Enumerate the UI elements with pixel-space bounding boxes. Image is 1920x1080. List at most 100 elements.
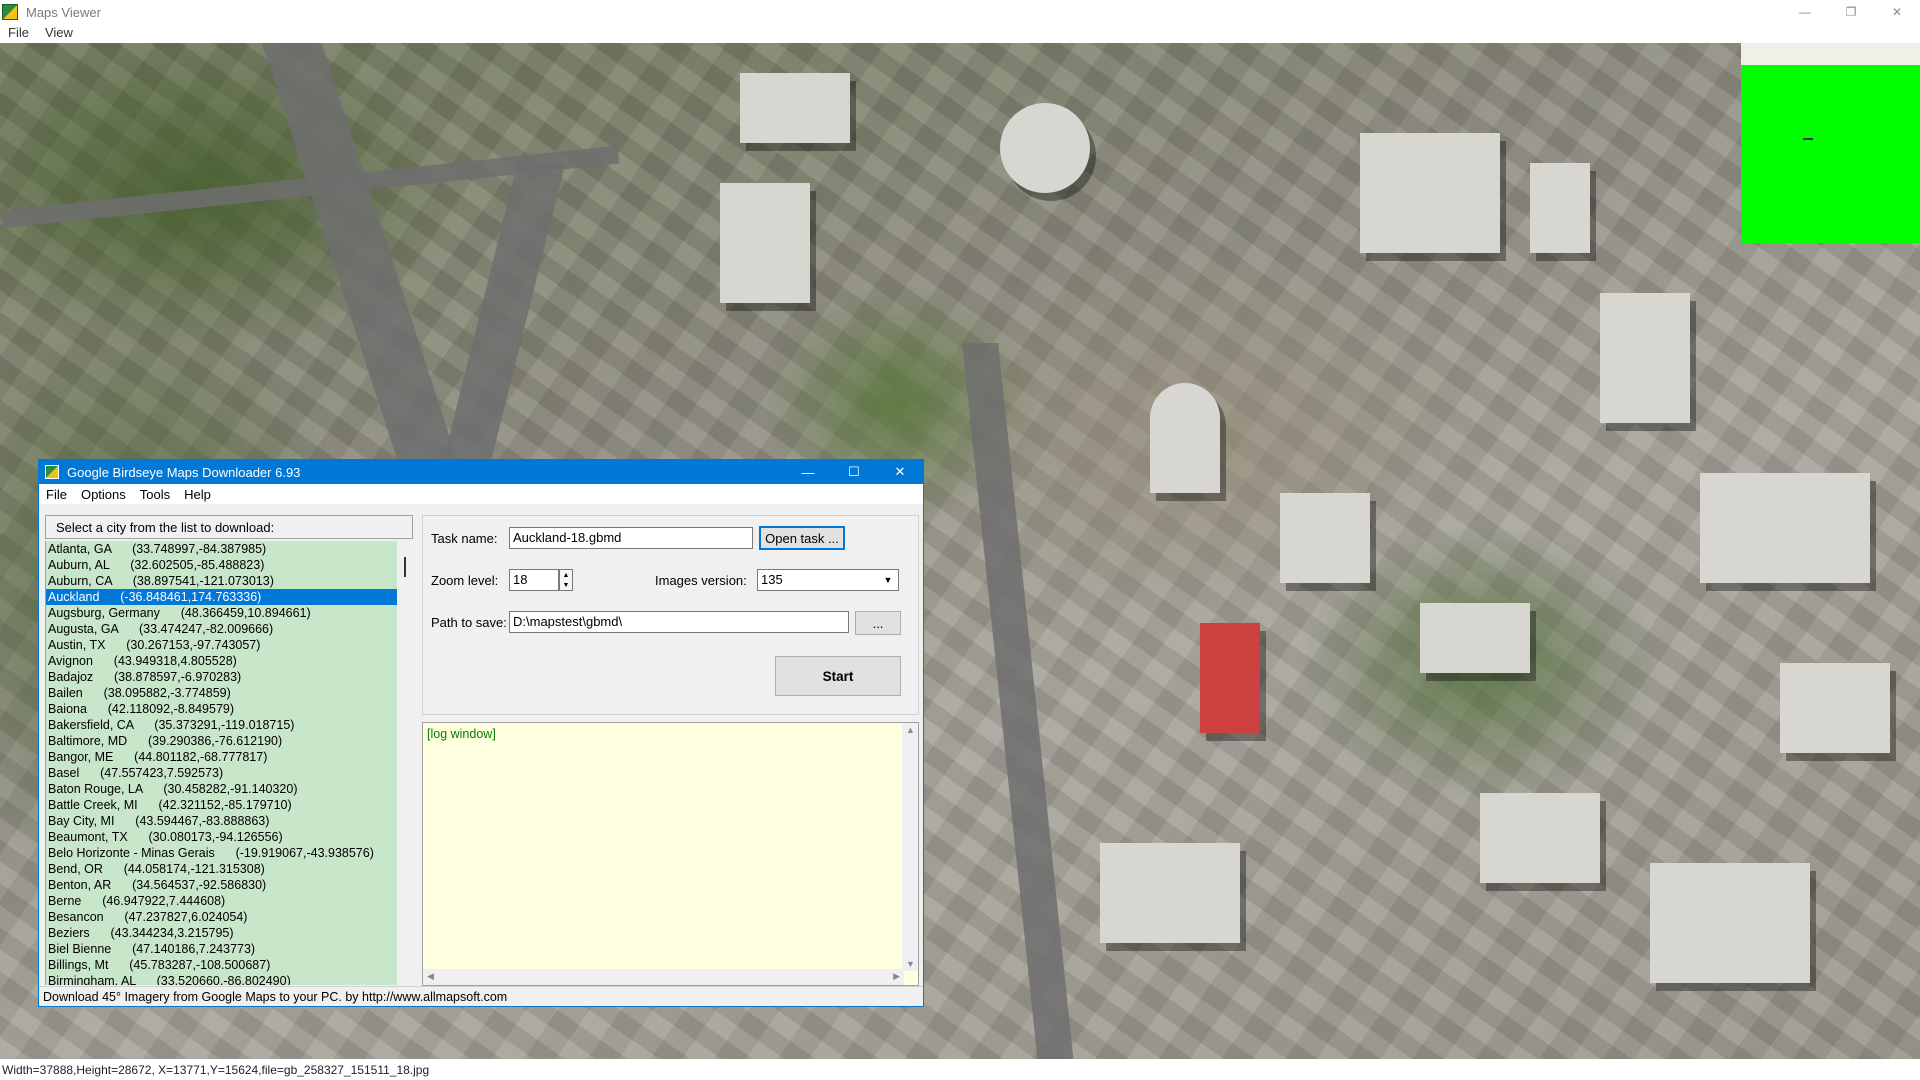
map-building bbox=[1530, 163, 1590, 253]
minimize-button[interactable]: — bbox=[1782, 0, 1828, 24]
log-window[interactable]: [log window] ▲ ▼ ◀ ▶ bbox=[422, 722, 919, 986]
viewer-title: Maps Viewer bbox=[26, 4, 101, 20]
city-list-item[interactable]: Auburn, CA (38.897541,-121.073013) bbox=[46, 573, 397, 589]
map-building bbox=[740, 73, 850, 143]
scroll-left-icon[interactable]: ◀ bbox=[427, 971, 434, 982]
open-task-button[interactable]: Open task ... bbox=[759, 526, 845, 550]
map-building bbox=[720, 183, 810, 303]
city-list-item[interactable]: Basel (47.557423,7.592573) bbox=[46, 765, 397, 781]
tile-preview bbox=[1741, 43, 1920, 243]
task-name-label: Task name: bbox=[431, 531, 498, 546]
map-road bbox=[261, 43, 459, 463]
city-list-header: Select a city from the list to download: bbox=[45, 515, 413, 539]
city-list-item[interactable]: Badajoz (38.878597,-6.970283) bbox=[46, 669, 397, 685]
browse-button[interactable]: ... bbox=[855, 611, 901, 635]
viewer-window-controls: — ❐ ✕ bbox=[1782, 0, 1920, 24]
map-building bbox=[1280, 493, 1370, 583]
dialog-title: Google Birdseye Maps Downloader 6.93 bbox=[67, 464, 301, 480]
dialog-minimize-button[interactable]: — bbox=[785, 460, 831, 484]
chevron-down-icon[interactable]: ▼ bbox=[880, 572, 896, 588]
map-building bbox=[1000, 103, 1090, 193]
path-input[interactable]: D:\mapstest\gbmd\ bbox=[509, 611, 849, 633]
path-label: Path to save: bbox=[431, 615, 507, 630]
dialog-titlebar[interactable]: Google Birdseye Maps Downloader 6.93 — ☐… bbox=[39, 460, 923, 484]
dialog-menubar: File Options Tools Help bbox=[39, 484, 923, 504]
images-version-select[interactable]: 135 ▼ bbox=[757, 569, 899, 591]
map-building bbox=[1100, 843, 1240, 943]
images-version-label: Images version: bbox=[655, 573, 747, 588]
dialog-close-button[interactable]: ✕ bbox=[877, 460, 923, 484]
city-list-item[interactable]: Auburn, AL (32.602505,-85.488823) bbox=[46, 557, 397, 573]
task-name-input[interactable]: Auckland-18.gbmd bbox=[509, 527, 753, 549]
map-building bbox=[1600, 293, 1690, 423]
city-list-item[interactable]: Birmingham, AL (33.520660,-86.802490) bbox=[46, 973, 397, 985]
zoom-level-stepper[interactable]: ▲ ▼ bbox=[559, 569, 573, 591]
dialog-window-controls: — ☐ ✕ bbox=[785, 460, 923, 484]
city-list-item[interactable]: Avignon (43.949318,4.805528) bbox=[46, 653, 397, 669]
city-list-item[interactable]: Austin, TX (30.267153,-97.743057) bbox=[46, 637, 397, 653]
city-list-item[interactable]: Bailen (38.095882,-3.774859) bbox=[46, 685, 397, 701]
city-list-item[interactable]: Bangor, ME (44.801182,-68.777817) bbox=[46, 749, 397, 765]
scroll-up-icon[interactable]: ▲ bbox=[906, 725, 915, 735]
dialog-menu-options[interactable]: Options bbox=[74, 487, 133, 502]
viewer-statusbar: Width=37888,Height=28672, X=13771,Y=1562… bbox=[0, 1059, 1920, 1080]
map-building bbox=[1700, 473, 1870, 583]
dialog-menu-tools[interactable]: Tools bbox=[133, 487, 177, 502]
viewer-menubar: File View bbox=[0, 22, 1920, 43]
city-list-item[interactable]: Belo Horizonte - Minas Gerais (-19.91906… bbox=[46, 845, 397, 861]
log-horizontal-scrollbar[interactable]: ◀ ▶ bbox=[423, 969, 904, 985]
spin-up-icon[interactable]: ▲ bbox=[563, 572, 570, 579]
map-road bbox=[962, 343, 1074, 1059]
city-list-item[interactable]: Billings, Mt (45.783287,-108.500687) bbox=[46, 957, 397, 973]
scroll-down-icon[interactable]: ▼ bbox=[906, 959, 915, 969]
city-list[interactable]: Atlanta, GA (33.748997,-84.387985) Auburn… bbox=[45, 541, 397, 985]
restore-button[interactable]: ❐ bbox=[1828, 0, 1874, 24]
dialog-app-icon bbox=[45, 465, 59, 479]
close-button[interactable]: ✕ bbox=[1874, 0, 1920, 24]
city-list-item[interactable]: Augusta, GA (33.474247,-82.009666) bbox=[46, 621, 397, 637]
city-list-item[interactable]: Baiona (42.118092,-8.849579) bbox=[46, 701, 397, 717]
city-list-item[interactable]: Berne (46.947922,7.444608) bbox=[46, 893, 397, 909]
city-list-item[interactable]: Baltimore, MD (39.290386,-76.612190) bbox=[46, 733, 397, 749]
city-list-item[interactable]: Beaumont, TX (30.080173,-94.126556) bbox=[46, 829, 397, 845]
city-list-item[interactable]: Bakersfield, CA (35.373291,-119.018715) bbox=[46, 717, 397, 733]
city-panel: Select a city from the list to download:… bbox=[45, 515, 413, 985]
map-road bbox=[442, 163, 566, 463]
viewer-menu-view[interactable]: View bbox=[37, 25, 81, 40]
city-list-scroll-thumb[interactable] bbox=[404, 557, 406, 577]
map-building bbox=[1150, 383, 1220, 493]
zoom-level-input[interactable]: 18 bbox=[509, 569, 559, 591]
city-list-item[interactable]: Benton, AR (34.564537,-92.586830) bbox=[46, 877, 397, 893]
city-list-item[interactable]: Bay City, MI (43.594467,-83.888863) bbox=[46, 813, 397, 829]
spin-down-icon[interactable]: ▼ bbox=[563, 582, 570, 589]
dialog-maximize-button[interactable]: ☐ bbox=[831, 460, 877, 484]
start-button[interactable]: Start bbox=[775, 656, 901, 696]
city-list-item[interactable]: Beziers (43.344234,3.215795) bbox=[46, 925, 397, 941]
map-building bbox=[1360, 133, 1500, 253]
city-list-scrollbar[interactable] bbox=[397, 541, 413, 985]
viewer-titlebar: Maps Viewer — ❐ ✕ bbox=[0, 0, 1920, 24]
city-list-item[interactable]: Biel Bienne (47.140186,7.243773) bbox=[46, 941, 397, 957]
dialog-menu-file[interactable]: File bbox=[39, 487, 74, 502]
tile-preview-fill bbox=[1741, 65, 1920, 243]
city-list-item[interactable]: Auckland (-36.848461,174.763336) bbox=[46, 589, 397, 605]
city-list-item[interactable]: Atlanta, GA (33.748997,-84.387985) bbox=[46, 541, 397, 557]
downloader-dialog: Google Birdseye Maps Downloader 6.93 — ☐… bbox=[38, 459, 924, 1007]
map-building bbox=[1780, 663, 1890, 753]
dialog-menu-help[interactable]: Help bbox=[177, 487, 218, 502]
app-icon bbox=[2, 4, 18, 20]
zoom-level-label: Zoom level: bbox=[431, 573, 499, 588]
scroll-right-icon[interactable]: ▶ bbox=[893, 971, 900, 982]
city-list-item[interactable]: Augsburg, Germany (48.366459,10.894661) bbox=[46, 605, 397, 621]
city-list-item[interactable]: Battle Creek, MI (42.321152,-85.179710) bbox=[46, 797, 397, 813]
images-version-value: 135 bbox=[761, 572, 783, 587]
city-list-item[interactable]: Besancon (47.237827,6.024054) bbox=[46, 909, 397, 925]
map-building bbox=[1650, 863, 1810, 983]
city-list-item[interactable]: Bend, OR (44.058174,-121.315308) bbox=[46, 861, 397, 877]
log-vertical-scrollbar[interactable]: ▲ ▼ bbox=[902, 723, 918, 971]
map-building bbox=[1420, 603, 1530, 673]
city-list-item[interactable]: Baton Rouge, LA (30.458282,-91.140320) bbox=[46, 781, 397, 797]
task-settings-panel: Task name: Auckland-18.gbmd Open task ..… bbox=[422, 515, 919, 715]
tile-preview-marker bbox=[1803, 138, 1813, 140]
viewer-menu-file[interactable]: File bbox=[0, 25, 37, 40]
